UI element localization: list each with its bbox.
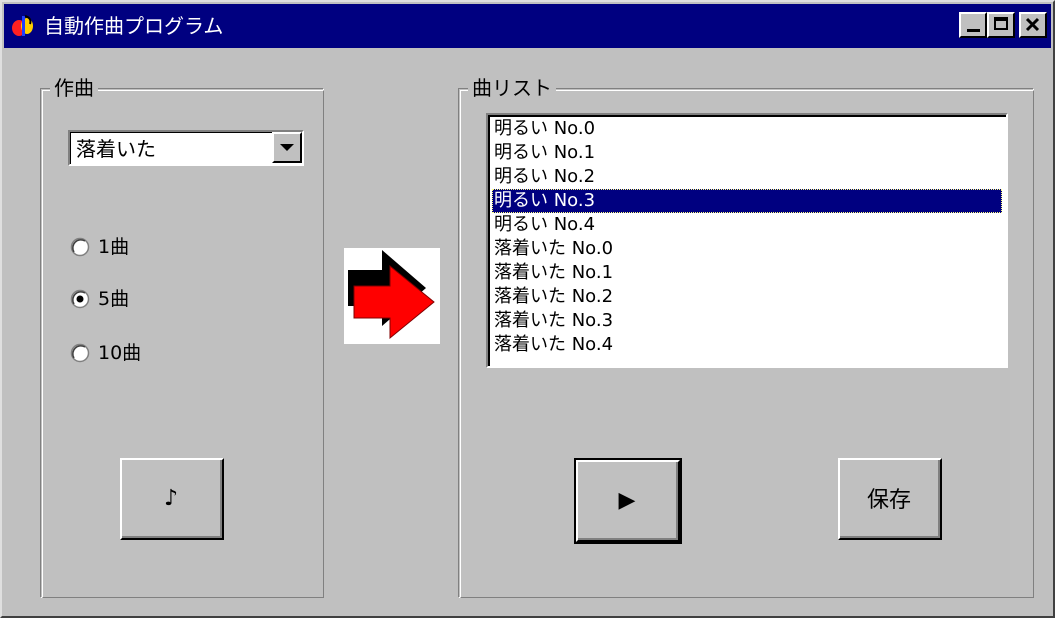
list-item-selected[interactable]: 明るい No.3 (492, 189, 1002, 213)
save-button[interactable]: 保存 (838, 458, 942, 540)
compose-button[interactable]: ♪ (120, 458, 224, 540)
list-item[interactable]: 落着いた No.4 (492, 333, 1002, 357)
play-icon: ▶ (618, 487, 636, 513)
maximize-icon (994, 17, 1008, 30)
chevron-down-icon (280, 144, 294, 151)
save-button-label: 保存 (866, 488, 911, 513)
compose-group-title: 作曲 (50, 76, 98, 100)
radio-10-songs-label: 10曲 (98, 342, 142, 364)
list-item[interactable]: 明るい No.4 (492, 213, 1002, 237)
arrow-image (344, 248, 440, 344)
app-window: 自動作曲プログラム 作曲 落着いた 1曲 5曲 10曲 ♪ 曲リスト 明るい N… (0, 0, 1055, 618)
radio-unchecked-icon (70, 237, 90, 257)
music-note-icon: ♪ (163, 485, 179, 511)
list-item[interactable]: 落着いた No.3 (492, 309, 1002, 333)
title-bar[interactable]: 自動作曲プログラム (4, 4, 1051, 48)
radio-1-song-label: 1曲 (98, 236, 130, 258)
maximize-button[interactable] (987, 12, 1015, 38)
list-item[interactable]: 明るい No.1 (492, 141, 1002, 165)
list-item[interactable]: 落着いた No.2 (492, 285, 1002, 309)
window-title: 自動作曲プログラム (44, 14, 224, 38)
list-item[interactable]: 落着いた No.0 (492, 237, 1002, 261)
list-item[interactable]: 明るい No.0 (492, 117, 1002, 141)
list-item[interactable]: 明るい No.2 (492, 165, 1002, 189)
radio-unchecked-icon (70, 343, 90, 363)
minimize-icon (967, 29, 980, 32)
music-app-icon (12, 15, 33, 36)
play-button[interactable]: ▶ (574, 458, 682, 544)
list-item[interactable]: 落着いた No.1 (492, 261, 1002, 285)
close-button[interactable] (1019, 12, 1047, 38)
song-listbox[interactable]: 明るい No.0 明るい No.1 明るい No.2 明るい No.3 明るい … (486, 113, 1008, 368)
mood-select[interactable]: 落着いた (68, 130, 304, 166)
close-icon (1025, 17, 1040, 32)
mood-select-value: 落着いた (76, 137, 156, 161)
minimize-button[interactable] (959, 12, 987, 38)
song-list-group-title: 曲リスト (468, 76, 556, 100)
mood-select-dropdown-button[interactable] (272, 132, 302, 163)
right-arrow-icon (348, 250, 435, 340)
radio-checked-icon (70, 289, 90, 309)
radio-5-songs-label: 5曲 (98, 288, 130, 310)
